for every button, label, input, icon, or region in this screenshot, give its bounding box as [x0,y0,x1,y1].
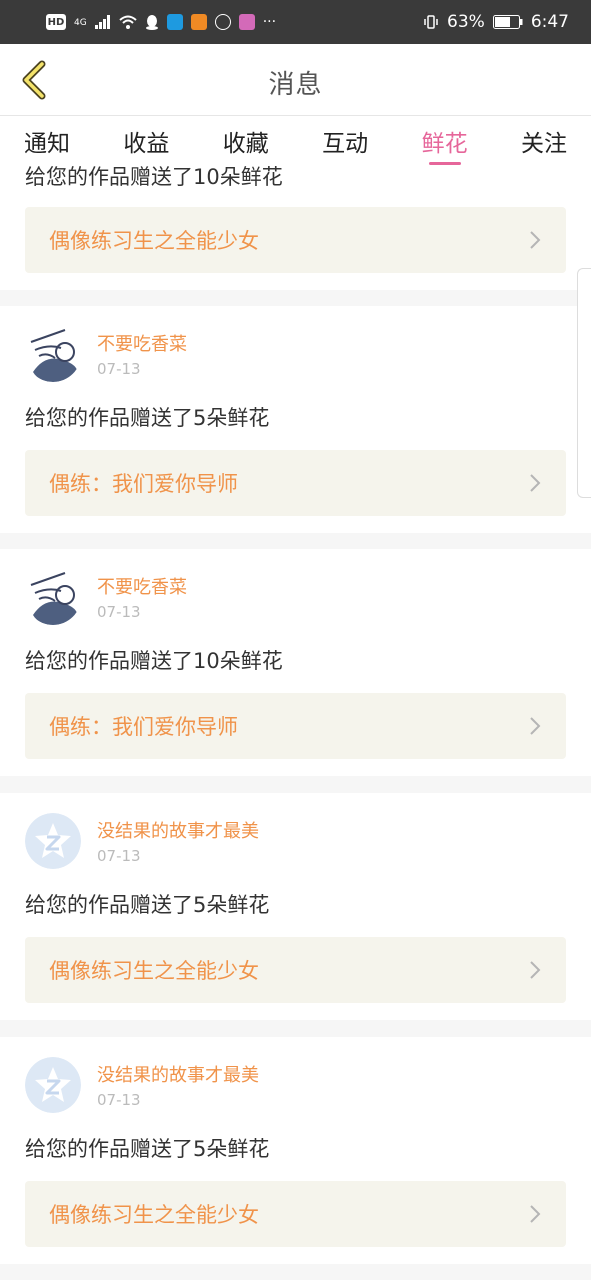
app-icon-orange [190,14,207,30]
work-title: 偶练：我们爱你导师 [49,715,238,739]
gift-message: 给您的作品赠送了10朵鲜花 [25,649,283,673]
gift-message: 给您的作品赠送了10朵鲜花 [25,165,283,189]
app-icon-colorful [238,14,255,30]
list-item: 没结果的故事才最美 07-13 给您的作品赠送了5朵鲜花 偶像练习生之全能少女 [0,1037,591,1264]
user-info: 没结果的故事才最美 07-13 [97,1057,259,1117]
timestamp: 07-13 [97,603,141,621]
app-icon-blue [166,14,183,30]
scrollbar[interactable] [577,268,591,498]
user-info: 不要吃香菜 07-13 [97,569,187,629]
message-list[interactable]: 给您的作品赠送了10朵鲜花 偶像练习生之全能少女 不要吃香菜 07-13 给您的… [0,165,591,1280]
tab-favorites[interactable]: 收藏 [223,117,269,165]
work-link[interactable]: 偶练：我们爱你导师 [25,693,566,759]
hd-badge: HD [46,14,66,30]
tab-interactions[interactable]: 互动 [322,117,368,165]
tab-earnings[interactable]: 收益 [123,117,169,165]
timestamp: 07-13 [97,847,141,865]
status-bar-left: HD 4G ··· [46,14,276,30]
list-item: 给您的作品赠送了10朵鲜花 偶像练习生之全能少女 [0,165,591,290]
battery-icon [492,15,523,29]
username[interactable]: 不要吃香菜 [97,577,187,599]
work-link[interactable]: 偶像练习生之全能少女 [25,937,566,1003]
tab-notifications[interactable]: 通知 [24,117,70,165]
chevron-right-icon [530,1205,541,1223]
timestamp: 07-13 [97,1091,141,1109]
app-icon-hand [214,14,231,30]
work-title: 偶像练习生之全能少女 [49,959,259,983]
username[interactable]: 没结果的故事才最美 [97,1065,259,1087]
header: 消息 [0,44,591,116]
wifi-icon [119,15,137,29]
user-row[interactable]: 没结果的故事才最美 07-13 [25,1057,259,1117]
status-bar: HD 4G ··· 63% 6:47 [0,0,591,44]
list-item: 不要吃香菜 07-13 给您的作品赠送了10朵鲜花 偶练：我们爱你导师 [0,549,591,776]
gift-message: 给您的作品赠送了5朵鲜花 [25,893,270,917]
user-row[interactable]: 不要吃香菜 07-13 [25,569,187,629]
work-title: 偶像练习生之全能少女 [49,1203,259,1227]
user-row[interactable]: 不要吃香菜 07-13 [25,326,187,386]
page-title: 消息 [268,70,323,100]
timestamp: 07-13 [97,360,141,378]
chevron-right-icon [530,717,541,735]
avatar[interactable] [25,813,81,869]
battery-percent: 63% [447,12,485,32]
signal-icon [94,15,111,29]
username[interactable]: 没结果的故事才最美 [97,821,259,843]
user-info: 不要吃香菜 07-13 [97,326,187,386]
username[interactable]: 不要吃香菜 [97,334,187,356]
work-title: 偶像练习生之全能少女 [49,229,259,253]
user-row[interactable]: 没结果的故事才最美 07-13 [25,813,259,873]
gift-message: 给您的作品赠送了5朵鲜花 [25,1137,270,1161]
list-item: 没结果的故事才最美 07-13 给您的作品赠送了5朵鲜花 偶像练习生之全能少女 [0,793,591,1020]
user-info: 没结果的故事才最美 07-13 [97,813,259,873]
avatar[interactable] [25,326,81,382]
clock: 6:47 [530,12,569,32]
tab-follows[interactable]: 关注 [521,117,567,165]
work-link[interactable]: 偶像练习生之全能少女 [25,207,566,273]
gift-message: 给您的作品赠送了5朵鲜花 [25,406,270,430]
tab-flowers[interactable]: 鲜花 [422,117,468,165]
vibrate-icon [423,14,439,30]
work-link[interactable]: 偶练：我们爱你导师 [25,450,566,516]
chevron-right-icon [530,961,541,979]
network-type-label: 4G [74,18,87,28]
work-title: 偶练：我们爱你导师 [49,472,238,496]
list-item: 不要吃香菜 07-13 给您的作品赠送了5朵鲜花 偶练：我们爱你导师 [0,306,591,533]
chevron-right-icon [530,474,541,492]
chevron-right-icon [530,231,541,249]
work-link[interactable]: 偶像练习生之全能少女 [25,1181,566,1247]
qq-icon [145,14,159,30]
more-notifications-icon: ··· [262,14,277,30]
avatar[interactable] [25,1057,81,1113]
avatar[interactable] [25,569,81,625]
status-bar-right: 63% 6:47 [423,12,569,32]
tab-bar: 通知 收益 收藏 互动 鲜花 关注 [0,117,591,165]
